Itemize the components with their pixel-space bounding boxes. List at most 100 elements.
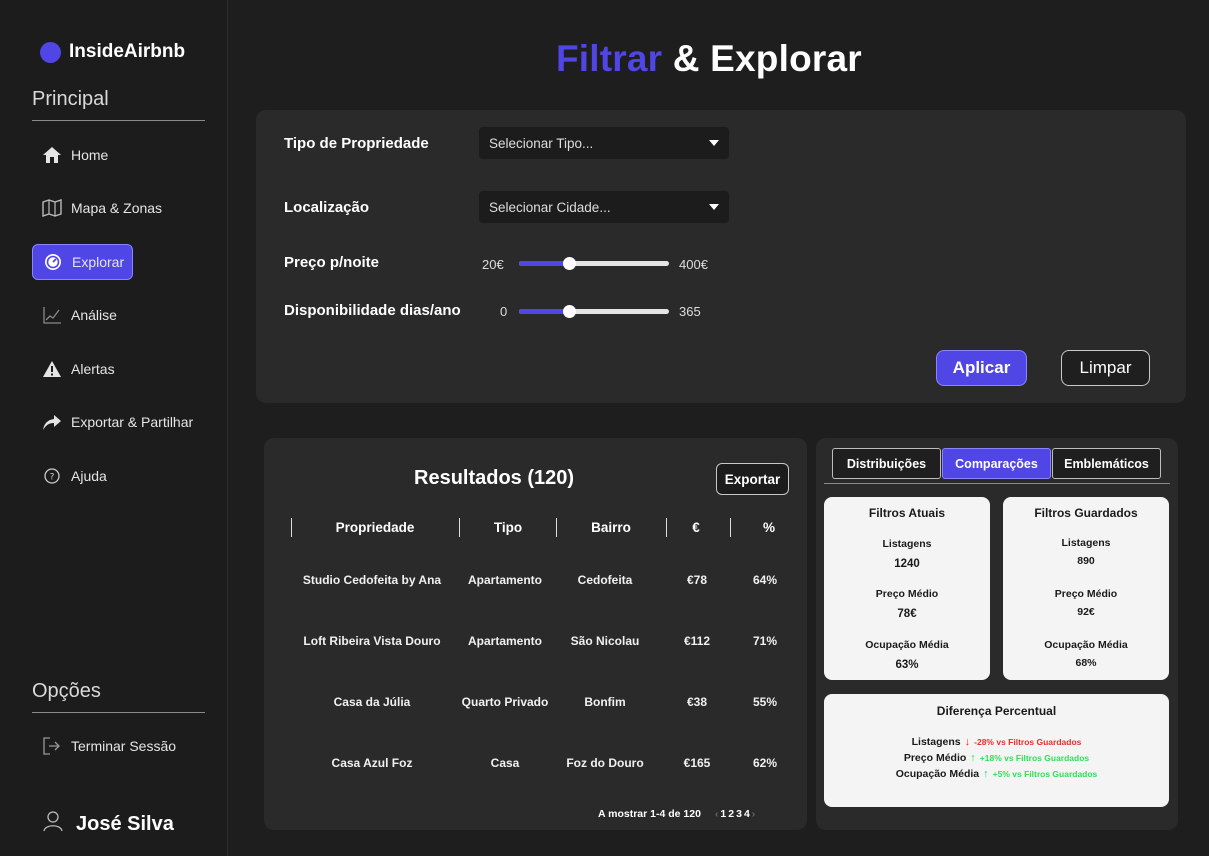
cell-property: Loft Ribeira Vista Douro bbox=[303, 634, 441, 648]
clear-button[interactable]: Limpar bbox=[1061, 350, 1150, 386]
tab-landmarks[interactable]: Emblemáticos bbox=[1052, 448, 1161, 479]
sidebar-item-label: Ajuda bbox=[71, 468, 107, 484]
cell-type: Apartamento bbox=[467, 634, 542, 648]
cell-property: Casa da Júlia bbox=[333, 695, 411, 709]
cell-type: Quarto Privado bbox=[461, 695, 549, 709]
cell-property: Casa Azul Foz bbox=[331, 756, 413, 770]
section-title-principal: Principal bbox=[32, 88, 109, 110]
sidebar-item-map[interactable]: Mapa & Zonas bbox=[32, 190, 202, 226]
chevron-right-icon[interactable]: › bbox=[752, 808, 756, 820]
sidebar-item-help[interactable]: ? Ajuda bbox=[32, 458, 202, 494]
price-slider-thumb[interactable] bbox=[562, 257, 576, 270]
listings-label: Listagens bbox=[882, 538, 932, 550]
chevron-left-icon[interactable]: ‹ bbox=[715, 808, 719, 820]
avg-price-label: Preço Médio bbox=[1054, 588, 1118, 600]
cell-occupancy: 64% bbox=[752, 573, 778, 587]
property-type-select[interactable]: Selecionar Tipo... bbox=[479, 127, 729, 159]
compass-icon bbox=[43, 252, 63, 272]
card-title: Filtros Guardados bbox=[1034, 506, 1138, 520]
brand[interactable]: InsideAirbnb bbox=[40, 41, 185, 63]
brand-logo-icon bbox=[40, 41, 61, 63]
arrow-up-icon: ↑ bbox=[983, 768, 989, 780]
availability-slider[interactable] bbox=[519, 305, 669, 318]
chevron-down-icon bbox=[709, 140, 719, 146]
tab-distributions[interactable]: Distribuições bbox=[832, 448, 941, 479]
property-type-label: Tipo de Propriedade bbox=[284, 135, 429, 152]
column-header-neighbourhood[interactable]: Bairro bbox=[566, 520, 656, 535]
price-min-value: 20€ bbox=[482, 257, 504, 272]
price-slider-fill bbox=[519, 261, 569, 266]
cell-price: €38 bbox=[686, 695, 708, 709]
avg-price-value: 78€ bbox=[897, 608, 917, 620]
section-divider bbox=[32, 120, 205, 121]
sidebar-item-label: Explorar bbox=[72, 254, 125, 270]
sidebar-item-label: Análise bbox=[71, 307, 117, 323]
home-icon bbox=[42, 145, 62, 165]
cell-occupancy: 55% bbox=[752, 695, 778, 709]
results-title: Resultados (120) bbox=[414, 467, 575, 489]
sidebar-item-home[interactable]: Home bbox=[32, 137, 202, 173]
column-divider bbox=[291, 518, 292, 537]
export-button[interactable]: Exportar bbox=[716, 463, 789, 495]
avg-price-label: Preço Médio bbox=[875, 588, 939, 600]
arrow-down-icon: ↓ bbox=[964, 736, 971, 748]
location-value: Selecionar Cidade... bbox=[489, 199, 611, 215]
location-select[interactable]: Selecionar Cidade... bbox=[479, 191, 729, 223]
pagination: A mostrar 1-4 de 120 ‹ 1 2 3 4 › bbox=[598, 808, 755, 820]
column-divider bbox=[556, 518, 557, 537]
column-header-type[interactable]: Tipo bbox=[468, 520, 548, 535]
logout-button[interactable]: Terminar Sessão bbox=[32, 728, 202, 764]
sidebar-item-label: Exportar & Partilhar bbox=[71, 414, 194, 430]
availability-slider-thumb[interactable] bbox=[562, 305, 576, 318]
app-root: InsideAirbnb Principal Home Mapa & Zonas… bbox=[0, 0, 1209, 856]
card-title: Diferença Percentual bbox=[936, 704, 1057, 718]
avg-occupancy-value: 68% bbox=[1075, 657, 1097, 669]
logout-label: Terminar Sessão bbox=[71, 738, 177, 754]
availability-label: Disponibilidade dias/ano bbox=[284, 302, 461, 319]
cell-type: Apartamento bbox=[467, 573, 542, 587]
saved-filters-card: Filtros Guardados Listagens 890 Preço Mé… bbox=[1003, 497, 1169, 680]
cell-neighbourhood: Cedofeita bbox=[577, 573, 633, 587]
page-link[interactable]: 1 bbox=[720, 808, 726, 820]
price-slider[interactable] bbox=[519, 257, 669, 270]
availability-slider-fill bbox=[519, 309, 569, 314]
user-profile[interactable]: José Silva bbox=[42, 810, 174, 838]
percentage-difference-card: Diferença Percentual Listagens ↓ -28% vs… bbox=[824, 694, 1169, 807]
listings-label: Listagens bbox=[1061, 537, 1111, 549]
cell-price: €78 bbox=[686, 573, 708, 587]
section-title-opcoes: Opções bbox=[32, 680, 101, 702]
share-icon bbox=[42, 412, 62, 432]
apply-button[interactable]: Aplicar bbox=[936, 350, 1027, 386]
tab-comparisons[interactable]: Comparações bbox=[942, 448, 1051, 479]
arrow-up-icon: ↑ bbox=[970, 752, 976, 764]
column-header-price[interactable]: € bbox=[676, 520, 716, 535]
chevron-down-icon bbox=[709, 204, 719, 210]
sidebar-item-label: Mapa & Zonas bbox=[71, 200, 163, 216]
logout-icon bbox=[42, 736, 62, 756]
sidebar-item-explore[interactable]: Explorar bbox=[32, 244, 133, 280]
page-link[interactable]: 3 bbox=[736, 808, 742, 820]
sidebar-item-export-share[interactable]: Exportar & Partilhar bbox=[32, 404, 202, 440]
sidebar-item-analysis[interactable]: Análise bbox=[32, 297, 202, 333]
user-icon bbox=[42, 810, 64, 838]
user-name: José Silva bbox=[76, 812, 174, 835]
sidebar: InsideAirbnb Principal Home Mapa & Zonas… bbox=[0, 0, 228, 856]
price-label: Preço p/noite bbox=[284, 254, 380, 271]
pagination-status: A mostrar 1-4 de 120 bbox=[598, 808, 701, 820]
column-divider bbox=[730, 518, 731, 537]
cell-neighbourhood: Foz do Douro bbox=[566, 756, 644, 770]
diff-row-listings: Listagens ↓ -28% vs Filtros Guardados bbox=[911, 736, 1082, 748]
sidebar-item-alerts[interactable]: Alertas bbox=[32, 351, 202, 387]
sidebar-item-label: Alertas bbox=[71, 361, 115, 377]
column-header-property[interactable]: Propriedade bbox=[310, 520, 440, 535]
cell-neighbourhood: São Nicolau bbox=[570, 634, 640, 648]
column-header-occupancy[interactable]: % bbox=[750, 520, 788, 535]
avg-price-value: 92€ bbox=[1077, 606, 1095, 618]
availability-min-value: 0 bbox=[500, 304, 508, 319]
page-link[interactable]: 4 bbox=[744, 808, 750, 820]
page-title: Filtrar & Explorar bbox=[556, 38, 862, 79]
cell-occupancy: 71% bbox=[752, 634, 778, 648]
listings-value: 890 bbox=[1077, 555, 1095, 567]
page-link[interactable]: 2 bbox=[728, 808, 734, 820]
cell-neighbourhood: Bonfim bbox=[584, 695, 626, 709]
